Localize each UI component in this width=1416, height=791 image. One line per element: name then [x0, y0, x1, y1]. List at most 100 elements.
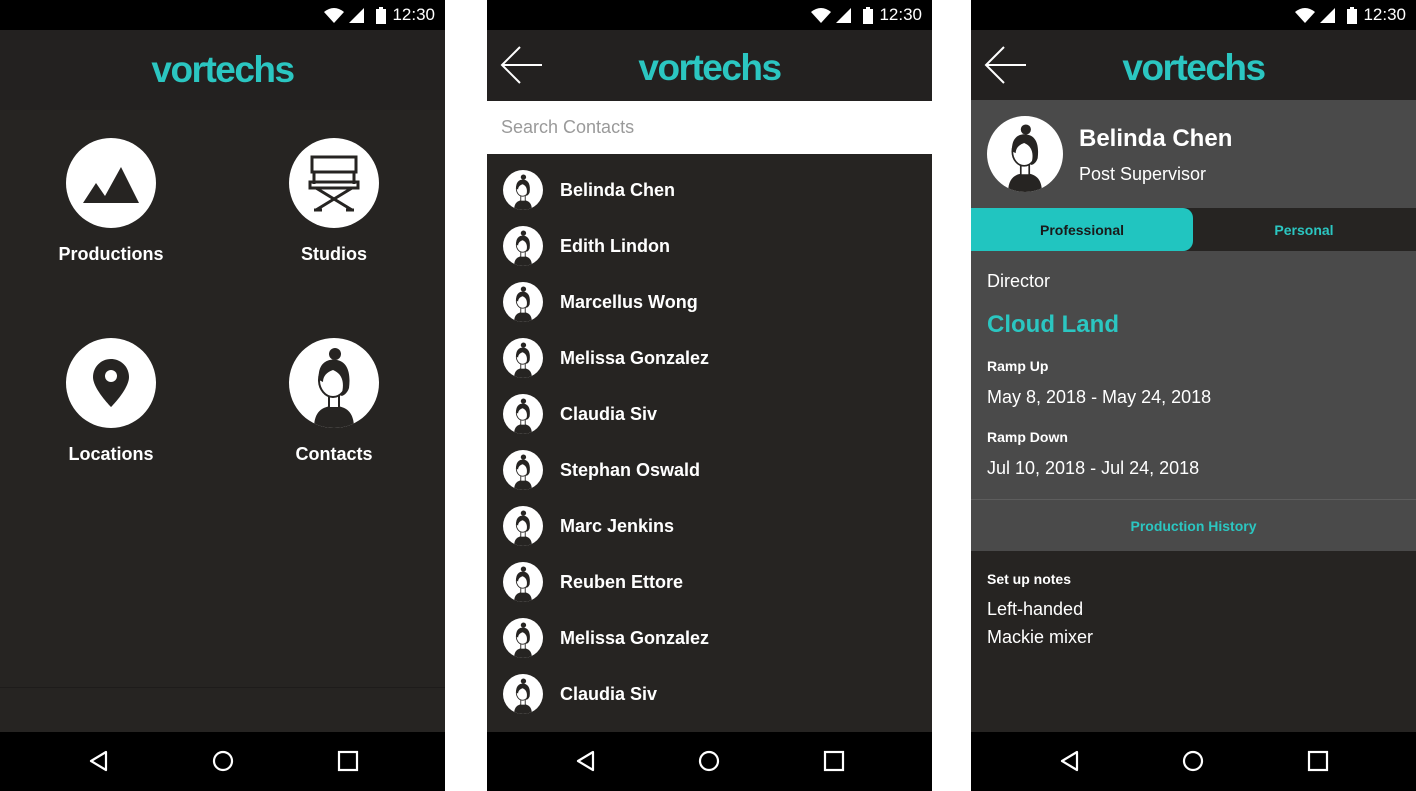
battery-icon [376, 6, 387, 24]
director-chair-icon [289, 138, 379, 228]
square-recents-icon [1307, 750, 1329, 772]
person-icon [503, 506, 543, 546]
studios-label: Studios [301, 244, 367, 264]
contact-name: Stephan Oswald [560, 459, 701, 480]
professional-details: Director Cloud Land Ramp Up May 8, 2018 … [971, 251, 1416, 499]
person-icon [503, 394, 543, 434]
role-text: Director [987, 271, 1051, 291]
contact-name: Claudia Siv [560, 403, 658, 424]
search-input[interactable] [487, 101, 932, 154]
list-item[interactable]: Claudia Siv [487, 666, 932, 722]
profile-name: Belinda Chen [1079, 125, 1233, 152]
list-item[interactable]: Belinda Chen [487, 162, 932, 218]
production-link[interactable]: Cloud Land [987, 311, 1119, 339]
contact-name: Melissa Gonzalez [560, 347, 710, 368]
battery-icon [1347, 6, 1358, 24]
recents-nav-button[interactable] [1306, 749, 1330, 773]
productions-tile[interactable]: Productions [11, 138, 211, 265]
search-bar [487, 101, 932, 154]
locations-tile[interactable]: Locations [11, 338, 211, 465]
tab-bar: Professional Personal [971, 208, 1416, 251]
back-nav-button[interactable] [574, 749, 598, 773]
list-item[interactable]: Edith Lindon [487, 218, 932, 274]
contacts-screen: 12:30 vortechs Belinda Chen Edith Lindon M… [487, 0, 932, 791]
person-icon [1008, 124, 1042, 192]
status-bar: 12:30 [971, 0, 1416, 30]
contact-name: Reuben Ettore [560, 571, 684, 592]
person-icon [503, 674, 543, 714]
tab-professional[interactable]: Professional [971, 208, 1193, 251]
wifi-icon [811, 7, 832, 23]
battery-icon [863, 6, 874, 24]
production-history-button[interactable]: Production History [1130, 518, 1256, 534]
nav-bar [487, 732, 932, 791]
locations-label: Locations [68, 444, 154, 464]
signal-icon [349, 7, 365, 23]
home-screen: 12:30 vortechs Productions Studios Locat… [0, 0, 445, 791]
list-item[interactable]: Marcellus Wong [487, 274, 932, 330]
list-item[interactable]: Claudia Siv [487, 386, 932, 442]
contact-list: Belinda Chen Edith Lindon Marcellus Wong Me… [487, 162, 932, 722]
ramp-down-dates: Jul 10, 2018 - Jul 24, 2018 [987, 458, 1200, 478]
contact-name: Belinda Chen [560, 179, 676, 200]
recents-nav-button[interactable] [822, 749, 846, 773]
divider [0, 687, 445, 688]
back-nav-button[interactable] [1058, 749, 1082, 773]
person-icon [289, 338, 379, 428]
person-icon [503, 170, 543, 210]
person-icon [503, 282, 543, 322]
mountains-icon [66, 138, 156, 228]
list-item[interactable]: Melissa Gonzalez [487, 610, 932, 666]
app-logo: vortechs [1122, 47, 1266, 88]
profile-header: Belinda Chen Post Supervisor [971, 100, 1416, 208]
notes-label: Set up notes [987, 571, 1072, 587]
square-recents-icon [337, 750, 359, 772]
person-icon [503, 338, 543, 378]
contact-detail-screen: 12:30 vortechs Belinda Chen Post Supervi… [971, 0, 1416, 791]
person-icon [503, 450, 543, 490]
home-nav-button[interactable] [697, 749, 721, 773]
circle-home-icon [212, 750, 234, 772]
list-item[interactable]: Melissa Gonzalez [487, 330, 932, 386]
app-bar: vortechs [0, 30, 445, 110]
ramp-up-label: Ramp Up [987, 358, 1049, 374]
status-time: 12:30 [392, 5, 435, 24]
contacts-tile[interactable]: Contacts [234, 338, 434, 465]
ramp-up-dates: May 8, 2018 - May 24, 2018 [987, 387, 1212, 407]
notes-line: Left-handed [987, 599, 1084, 619]
back-nav-button[interactable] [87, 749, 111, 773]
profile-title: Post Supervisor [1079, 164, 1207, 184]
app-bar: vortechs [487, 30, 932, 101]
list-item[interactable]: Reuben Ettore [487, 554, 932, 610]
status-bar: 12:30 [0, 0, 445, 30]
triangle-back-icon [1060, 750, 1079, 772]
avatar [987, 116, 1063, 192]
person-icon [503, 226, 543, 266]
nav-bar [971, 732, 1416, 791]
triangle-back-icon [576, 750, 595, 772]
app-logo: vortechs [151, 49, 295, 90]
contact-name: Melissa Gonzalez [560, 627, 710, 648]
nav-bar [0, 732, 445, 791]
home-nav-button[interactable] [211, 749, 235, 773]
tab-personal[interactable]: Personal [1193, 208, 1415, 251]
setup-notes: Set up notes Left-handed Mackie mixer [971, 551, 1416, 732]
studios-tile[interactable]: Studios [234, 138, 434, 265]
contact-name: Edith Lindon [560, 235, 670, 256]
app-logo: vortechs [638, 47, 782, 88]
list-item[interactable]: Marc Jenkins [487, 498, 932, 554]
square-recents-icon [823, 750, 845, 772]
contact-name: Marc Jenkins [560, 515, 675, 536]
notes-line: Mackie mixer [987, 627, 1094, 647]
home-nav-button[interactable] [1181, 749, 1205, 773]
circle-home-icon [1182, 750, 1204, 772]
signal-icon [836, 7, 852, 23]
productions-label: Productions [58, 244, 164, 264]
signal-icon [1320, 7, 1336, 23]
contact-name: Claudia Siv [560, 683, 658, 704]
app-bar: vortechs [971, 30, 1416, 100]
list-item[interactable]: Stephan Oswald [487, 442, 932, 498]
person-icon [503, 562, 543, 602]
recents-nav-button[interactable] [336, 749, 360, 773]
circle-home-icon [698, 750, 720, 772]
